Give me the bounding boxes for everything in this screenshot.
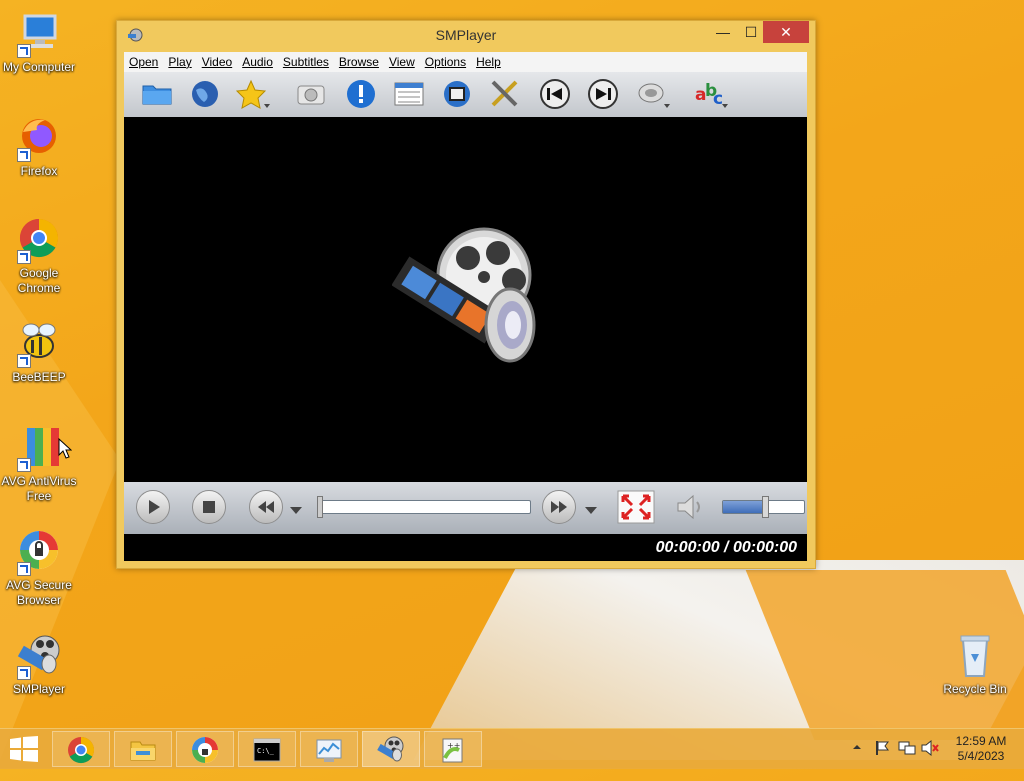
close-button[interactable]: ✕ [763,21,809,43]
avg-browser-icon [191,736,219,764]
taskbar-smplayer[interactable] [362,731,420,767]
stop-button[interactable] [192,490,226,524]
resource-monitor-icon [315,736,343,764]
command-prompt-icon: C:\_ [253,736,281,764]
subtitles-icon[interactable]: abc [694,78,728,110]
desktop-icon-label: My Computer [2,60,76,74]
video-settings-icon[interactable] [440,78,474,110]
time-display: 00:00:00 / 00:00:00 [655,539,797,556]
desktop-icon-label: BeeBEEP [12,370,66,384]
taskbar: C:\_ ++ 12:59 AM 5/4/2023 [0,728,1024,769]
desktop-icon-label: AVG Secure Browser [6,578,72,607]
taskbar-file-explorer[interactable] [114,731,172,767]
taskbar-resource-monitor[interactable] [300,731,358,767]
toolbar: abc [124,72,807,117]
network-icon[interactable] [898,740,916,780]
screenshot-icon[interactable] [294,78,328,110]
chrome-icon [67,736,95,764]
show-hidden-icons-icon[interactable] [852,741,862,781]
desktop-icon-label: Google Chrome [17,266,61,295]
playlist-icon[interactable] [392,78,426,110]
audio-track-icon[interactable] [636,78,670,110]
menu-view[interactable]: View [384,52,420,69]
recycle-bin-icon [951,632,999,680]
mute-button[interactable] [674,491,708,528]
taskbar-notepad-plus[interactable]: ++ [424,731,482,767]
desktop-icon-firefox[interactable]: Firefox [0,114,78,179]
menu-audio[interactable]: Audio [237,52,278,69]
video-area[interactable] [124,117,807,482]
mouse-cursor-icon [58,437,73,465]
forward-button[interactable] [542,490,576,524]
rewind-button[interactable] [249,490,283,524]
open-url-icon[interactable] [188,78,222,110]
firefox-icon [15,114,63,162]
previous-icon[interactable] [538,78,572,110]
menu-options[interactable]: Options [420,52,471,69]
desktop-icon-label: SMPlayer [12,682,65,696]
volume-handle[interactable] [762,496,769,518]
clock-time: 12:59 AM [955,734,1007,748]
menu-bar: Open Play Video Audio Subtitles Browse View Opt… [124,52,807,72]
desktop-icon-smplayer[interactable]: SMPlayer [0,632,78,697]
system-clock[interactable]: 12:59 AM 5/4/2023 [946,734,1016,764]
desktop-icon-recycle-bin[interactable]: Recycle Bin [936,632,1014,697]
open-folder-icon[interactable] [140,78,174,110]
next-icon[interactable] [586,78,620,110]
svg-text:++: ++ [447,741,460,750]
smplayer-icon [15,632,63,680]
desktop-icon-chrome[interactable]: Google Chrome [0,216,78,296]
volume-muted-icon[interactable] [921,739,939,780]
smplayer-logo-icon [391,225,542,380]
beebeep-icon [15,320,63,368]
preferences-icon[interactable] [488,78,522,110]
chrome-icon [15,216,63,264]
clock-date: 5/4/2023 [957,749,1005,763]
taskbar-command-prompt[interactable]: C:\_ [238,731,296,767]
svg-text:C:\_: C:\_ [257,747,275,755]
menu-play[interactable]: Play [163,52,196,69]
notepad-plus-icon: ++ [439,736,467,764]
menu-open[interactable]: Open [124,52,163,69]
action-center-flag-icon[interactable] [874,740,890,780]
status-bar: 00:00:00 / 00:00:00 [124,534,807,561]
menu-help[interactable]: Help [471,52,506,69]
seek-handle[interactable] [317,496,323,518]
menu-video[interactable]: Video [197,52,237,69]
desktop-icon-beebeep[interactable]: BeeBEEP [0,320,78,385]
info-icon[interactable] [344,78,378,110]
maximize-button[interactable]: ☐ [737,21,765,43]
smplayer-icon [377,736,405,764]
taskbar-avg-browser[interactable] [176,731,234,767]
volume-fill [723,501,768,513]
forward-menu-arrow-icon[interactable] [585,502,597,520]
rewind-menu-arrow-icon[interactable] [290,502,302,520]
desktop-icon-avg-browser[interactable]: AVG Secure Browser [0,528,78,608]
avg-antivirus-icon [15,424,63,472]
seek-bar[interactable] [319,500,531,514]
title-bar[interactable]: SMPlayer — ☐ ✕ [117,21,815,49]
fullscreen-button[interactable] [617,490,655,529]
taskbar-chrome[interactable] [52,731,110,767]
avg-browser-icon [15,528,63,576]
file-explorer-icon [129,736,157,764]
desktop-icon-label: AVG AntiVirus Free [1,474,77,503]
minimize-button[interactable]: — [709,21,737,43]
favorites-icon[interactable] [235,78,270,110]
menu-subtitles[interactable]: Subtitles [278,52,334,69]
start-icon[interactable] [10,736,38,767]
menu-browse[interactable]: Browse [334,52,384,69]
smplayer-window: SMPlayer — ☐ ✕ Open Play Video Audio Subtitl… [116,20,816,569]
desktop-icon-label: Recycle Bin [943,682,1007,696]
playback-controls [124,482,807,534]
computer-icon [15,10,63,58]
desktop-icon-label: Firefox [20,164,58,178]
svg-text:c: c [713,89,723,109]
desktop-icon-my-computer[interactable]: My Computer [0,10,78,75]
play-button[interactable] [136,490,170,524]
